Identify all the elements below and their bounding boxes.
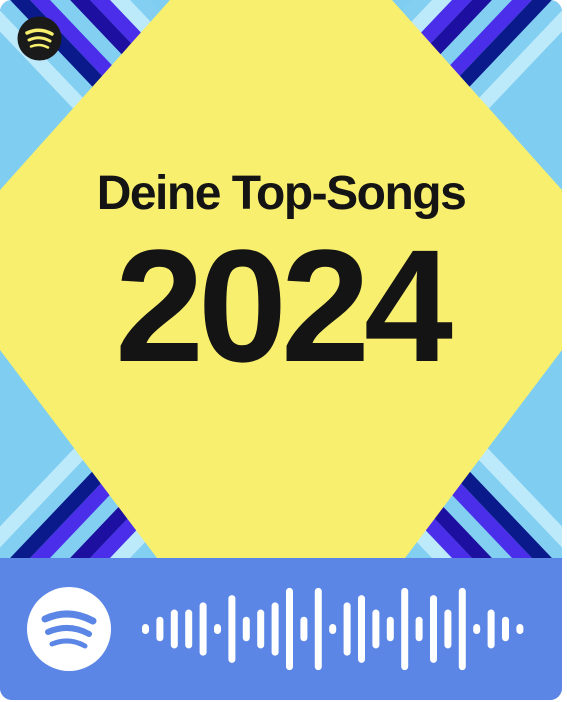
code-bar bbox=[458, 587, 466, 671]
spotify-icon bbox=[26, 586, 112, 672]
code-bar bbox=[386, 616, 394, 642]
code-bar bbox=[156, 616, 164, 642]
spotify-share-card: Deine Top-Songs 2024 bbox=[0, 0, 562, 700]
cover-title: Deine Top-Songs bbox=[96, 167, 467, 220]
code-bar bbox=[358, 595, 365, 663]
code-bar bbox=[516, 624, 524, 634]
code-bar bbox=[214, 624, 221, 634]
code-bar bbox=[242, 616, 250, 642]
code-bar bbox=[142, 624, 149, 634]
spotify-icon bbox=[17, 16, 62, 61]
code-bar bbox=[329, 624, 337, 634]
code-bar bbox=[199, 602, 207, 656]
code-bar bbox=[487, 609, 495, 649]
code-bar bbox=[228, 595, 236, 663]
code-bar bbox=[473, 624, 481, 634]
cover-year: 2024 bbox=[115, 216, 453, 395]
spotify-code-bars bbox=[142, 587, 524, 671]
code-bar bbox=[343, 602, 351, 656]
code-bar bbox=[444, 609, 452, 649]
playlist-cover[interactable]: Deine Top-Songs 2024 bbox=[0, 0, 562, 558]
spotify-code[interactable] bbox=[0, 558, 562, 700]
code-bar bbox=[430, 595, 437, 663]
code-bar bbox=[271, 602, 279, 656]
code-bar bbox=[314, 587, 322, 671]
code-bar bbox=[300, 616, 308, 642]
code-bar bbox=[415, 616, 423, 642]
code-bar bbox=[502, 616, 509, 642]
code-bar bbox=[170, 609, 178, 649]
code-bar bbox=[257, 609, 265, 649]
code-bar bbox=[185, 609, 193, 649]
code-bar bbox=[401, 587, 409, 671]
code-bar bbox=[372, 609, 380, 649]
code-bar bbox=[286, 587, 293, 671]
